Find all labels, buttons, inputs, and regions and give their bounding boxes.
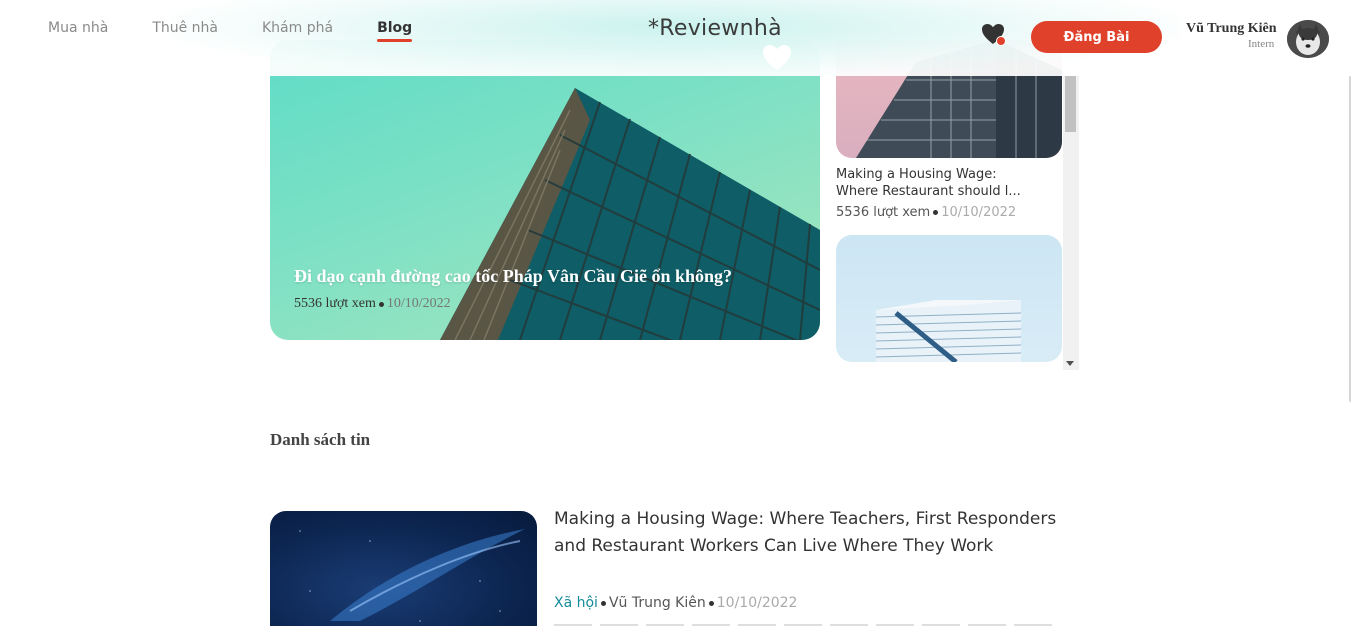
featured-article[interactable]: Đi dạo cạnh đường cao tốc Pháp Vân Cầu G… [270,40,820,340]
nav-item-rent[interactable]: Thuê nhà [152,20,218,36]
main-nav: Mua nhà Thuê nhà Khám phá Blog [48,20,456,42]
side-article-meta: 5536 lượt xem 10/10/2022 [836,205,1016,220]
site-logo[interactable]: *Reviewnhà [648,16,782,41]
featured-title[interactable]: Đi dạo cạnh đường cao tốc Pháp Vân Cầu G… [294,266,732,287]
meta-separator [600,600,606,606]
featured-views: 5536 lượt xem [294,296,376,311]
user-name[interactable]: Vũ Trung Kiên [1186,21,1277,37]
nav-item-blog[interactable]: Blog [377,20,413,42]
side-list-scrollbar[interactable] [1063,76,1079,370]
news-space-image [299,529,525,622]
side-article-image[interactable] [836,235,1062,362]
news-item-image[interactable] [270,511,537,626]
side-title-line: Where Restaurant should l... [836,184,1021,199]
featured-meta: 5536 lượt xem 10/10/2022 [294,296,451,312]
featured-building-image [440,88,820,340]
avatar-dog-icon [1287,20,1329,58]
favorites-heart-icon[interactable] [981,22,1007,48]
side-views: 5536 lượt xem [836,205,931,220]
news-category[interactable]: Xã hội [554,595,598,611]
news-author[interactable]: Vũ Trung Kiên [609,595,706,611]
featured-date: 10/10/2022 [386,296,451,311]
avatar[interactable] [1287,20,1329,58]
news-item-meta: Xã hội Vũ Trung Kiên 10/10/2022 [554,595,797,611]
page-scrollbar[interactable] [1349,76,1351,402]
meta-separator [933,210,939,215]
nav-item-explore[interactable]: Khám phá [262,20,333,36]
side-title-line: Making a Housing Wage: [836,167,997,182]
nav-item-buy[interactable]: Mua nhà [48,20,108,36]
side-building-image [875,300,1022,362]
meta-separator [378,301,384,307]
user-role: Intern [1248,38,1275,50]
news-excerpt [554,618,1054,626]
news-item-title[interactable]: Making a Housing Wage: Where Teachers, F… [554,506,1074,560]
side-date: 10/10/2022 [941,205,1017,220]
side-article-title[interactable]: Making a Housing Wage: Where Restaurant … [836,166,1056,200]
section-title: Danh sách tin [270,430,371,449]
meta-separator [708,600,714,606]
side-article-list[interactable]: Making a Housing Wage: Where Restaurant … [836,40,1079,370]
scroll-thumb[interactable] [1065,76,1076,132]
triangle-down-icon[interactable] [1066,361,1074,366]
news-date: 10/10/2022 [716,595,798,611]
logo-heart-icon [763,45,791,70]
post-button[interactable]: Đăng Bài [1031,21,1162,53]
